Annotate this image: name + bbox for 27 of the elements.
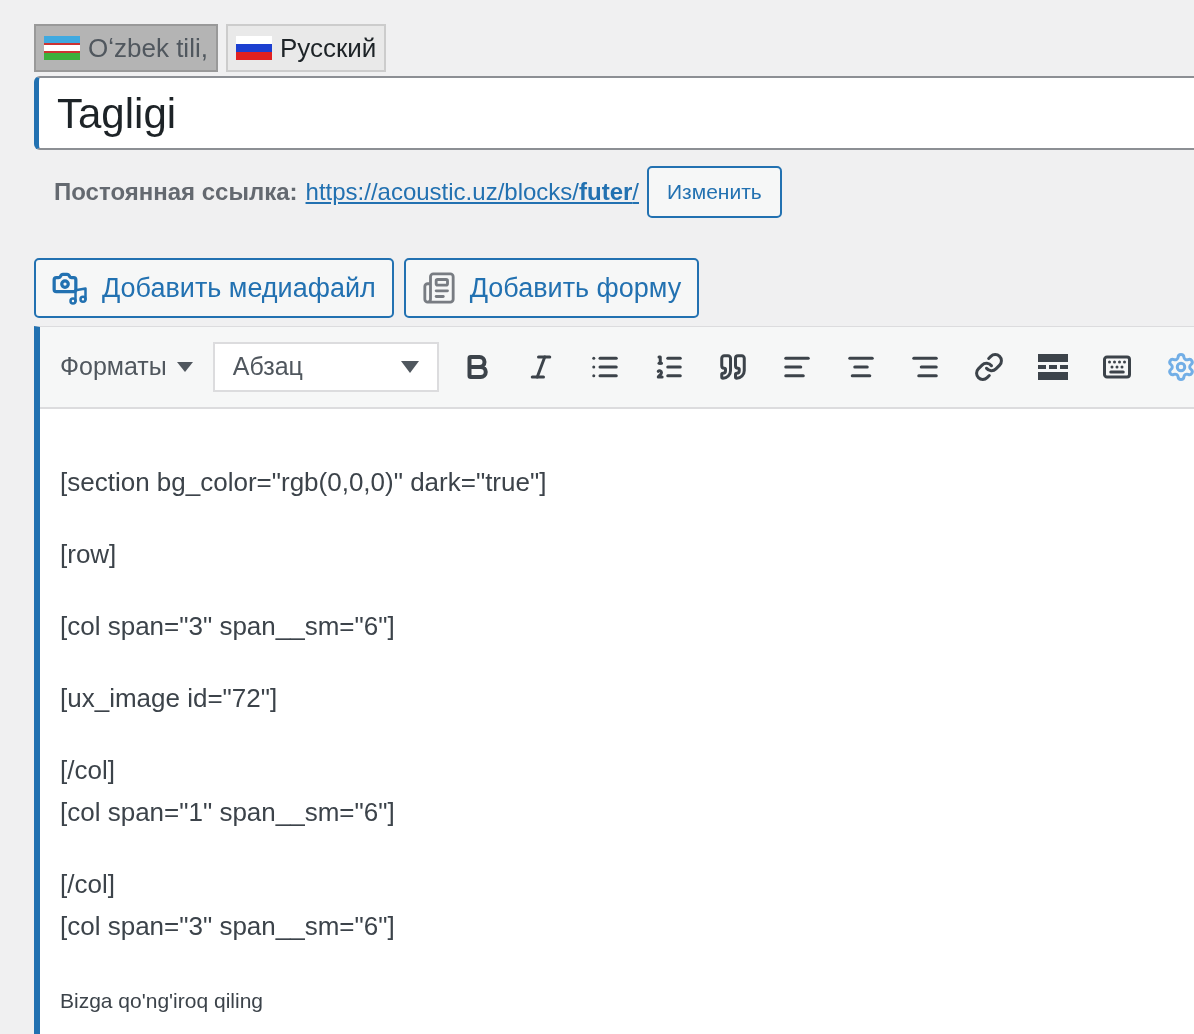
edit-permalink-button[interactable]: Изменить: [647, 166, 782, 218]
permalink-label: Постоянная ссылка:: [54, 177, 298, 207]
block-format-select[interactable]: Абзац: [212, 342, 439, 392]
content-paragraph: [section bg_color="rgb(0,0,0)" dark="true"]: [60, 466, 548, 499]
add-form-button[interactable]: Добавить форму: [403, 258, 700, 318]
link-icon: [973, 352, 1004, 382]
language-tab[interactable]: Oʻzbek tili,: [34, 24, 218, 72]
flag-icon: [44, 36, 80, 60]
title-field[interactable]: Tagligi: [34, 76, 1194, 150]
quote-icon: [717, 352, 748, 382]
content-paragraph: [ux_image id="72"]: [60, 682, 279, 715]
permalink-link[interactable]: https://acoustic.uz/blocks/futer/: [305, 174, 639, 210]
form-icon: [421, 271, 456, 305]
content-paragraph: [row]: [60, 538, 118, 571]
formats-dropdown[interactable]: Форматы: [60, 348, 201, 386]
read-more-icon: [1037, 354, 1068, 380]
camera-music-icon: [52, 270, 88, 306]
content-paragraph: Bizga qo'ng'iroq qiling: [60, 988, 264, 1014]
language-tab[interactable]: Русский: [225, 24, 387, 72]
content-paragraph: [/col] [col span="3" span__sm="6"]: [60, 868, 396, 943]
settings-icon: [1165, 352, 1194, 382]
flag-icon: [235, 36, 272, 60]
add-media-button[interactable]: Добавить медиафайл: [34, 258, 394, 318]
content-paragraph: [col span="3" span__sm="6"]: [60, 610, 396, 643]
content-paragraph: [/col] [col span="1" span__sm="6"]: [60, 754, 396, 829]
caret-icon: [176, 362, 193, 372]
caret-icon: [400, 361, 419, 373]
